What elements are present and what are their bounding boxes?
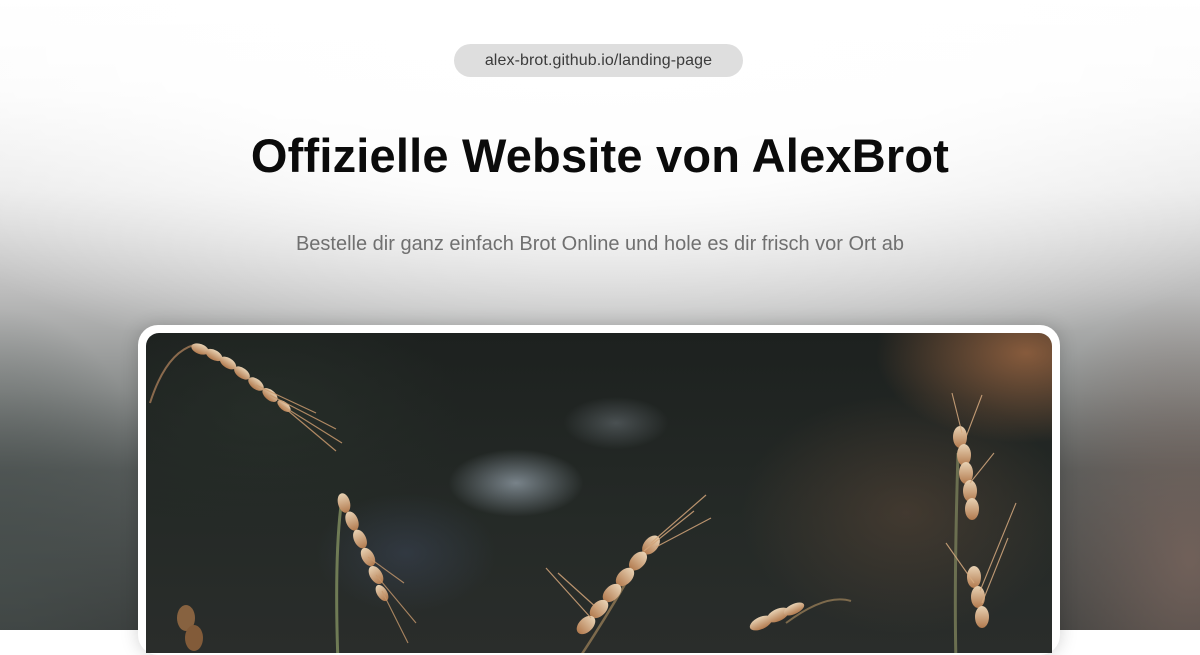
wheat-ear-right xyxy=(945,392,1017,653)
hero-image xyxy=(146,333,1052,653)
site-url-badge: alex-brot.github.io/landing-page xyxy=(454,44,743,77)
wheat-ear-center xyxy=(545,494,712,653)
wheat-ear-left xyxy=(335,493,417,653)
page-subtitle: Bestelle dir ganz einfach Brot Online un… xyxy=(295,233,905,255)
page-title: Offizielle Website von AlexBrot xyxy=(250,129,950,182)
wheat-ear-bottom-left xyxy=(177,605,203,651)
wheat-ear-lower xyxy=(749,598,852,631)
wheat-illustration xyxy=(149,343,1017,653)
wheat-ear-top-left xyxy=(149,343,343,452)
